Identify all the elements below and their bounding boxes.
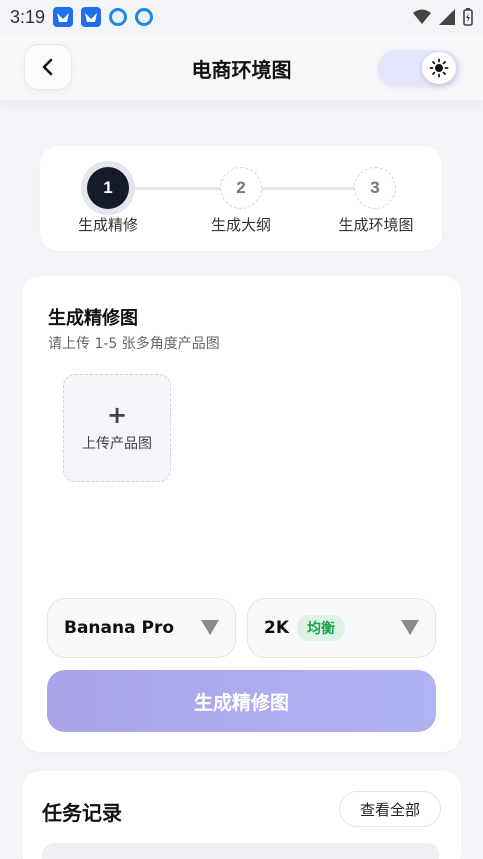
wifi-icon (413, 9, 431, 24)
chevron-down-icon (401, 620, 419, 635)
app-header: 电商环境图 (0, 34, 483, 100)
step-3-circle[interactable]: 3 (354, 167, 396, 209)
section-subtitle: 请上传 1-5 张多角度产品图 (48, 336, 220, 352)
browser-app-icon-2 (135, 8, 154, 26)
browser-app-icon (109, 8, 128, 26)
generate-refine-button[interactable]: 生成精修图 (47, 670, 436, 732)
step-1-label: 生成精修 (77, 216, 138, 234)
theme-toggle[interactable] (378, 50, 460, 86)
status-time: 3:19 (10, 6, 46, 27)
model-select[interactable]: Banana Pro (47, 598, 236, 658)
refine-card: 生成精修图 请上传 1-5 张多角度产品图 + 上传产品图 Banana Pro… (22, 276, 461, 752)
quality-badge: 均衡 (297, 615, 346, 641)
status-bar: 3:19 (0, 0, 483, 34)
sun-icon (429, 58, 449, 78)
step-2-circle[interactable]: 2 (220, 167, 262, 209)
upload-label: 上传产品图 (82, 436, 152, 452)
bird-app-icon-2 (81, 7, 102, 27)
chevron-down-icon (201, 620, 219, 635)
step-1-circle[interactable]: 1 (87, 167, 129, 209)
plus-icon: + (106, 401, 128, 429)
task-record-card: 任务记录 查看全部 (22, 771, 461, 859)
battery-icon (463, 8, 473, 26)
task-list-item[interactable] (42, 843, 439, 859)
step-2-label: 生成大纲 (210, 216, 271, 234)
model-select-value: Banana Pro (64, 618, 175, 638)
upload-product-image-button[interactable]: + 上传产品图 (63, 374, 171, 482)
status-indicators (413, 8, 473, 26)
quality-select[interactable]: 2K 均衡 (247, 598, 436, 658)
bird-app-icon (53, 7, 74, 27)
step-3-label: 生成环境图 (338, 216, 414, 234)
quality-select-value: 2K (264, 618, 290, 638)
task-record-title: 任务记录 (42, 801, 122, 825)
section-title: 生成精修图 (48, 308, 138, 329)
stepper-card: 1 2 3 生成精修 生成大纲 生成环境图 (40, 146, 442, 251)
signal-icon (439, 9, 455, 25)
theme-toggle-knob (422, 52, 456, 84)
view-all-button[interactable]: 查看全部 (339, 791, 441, 827)
